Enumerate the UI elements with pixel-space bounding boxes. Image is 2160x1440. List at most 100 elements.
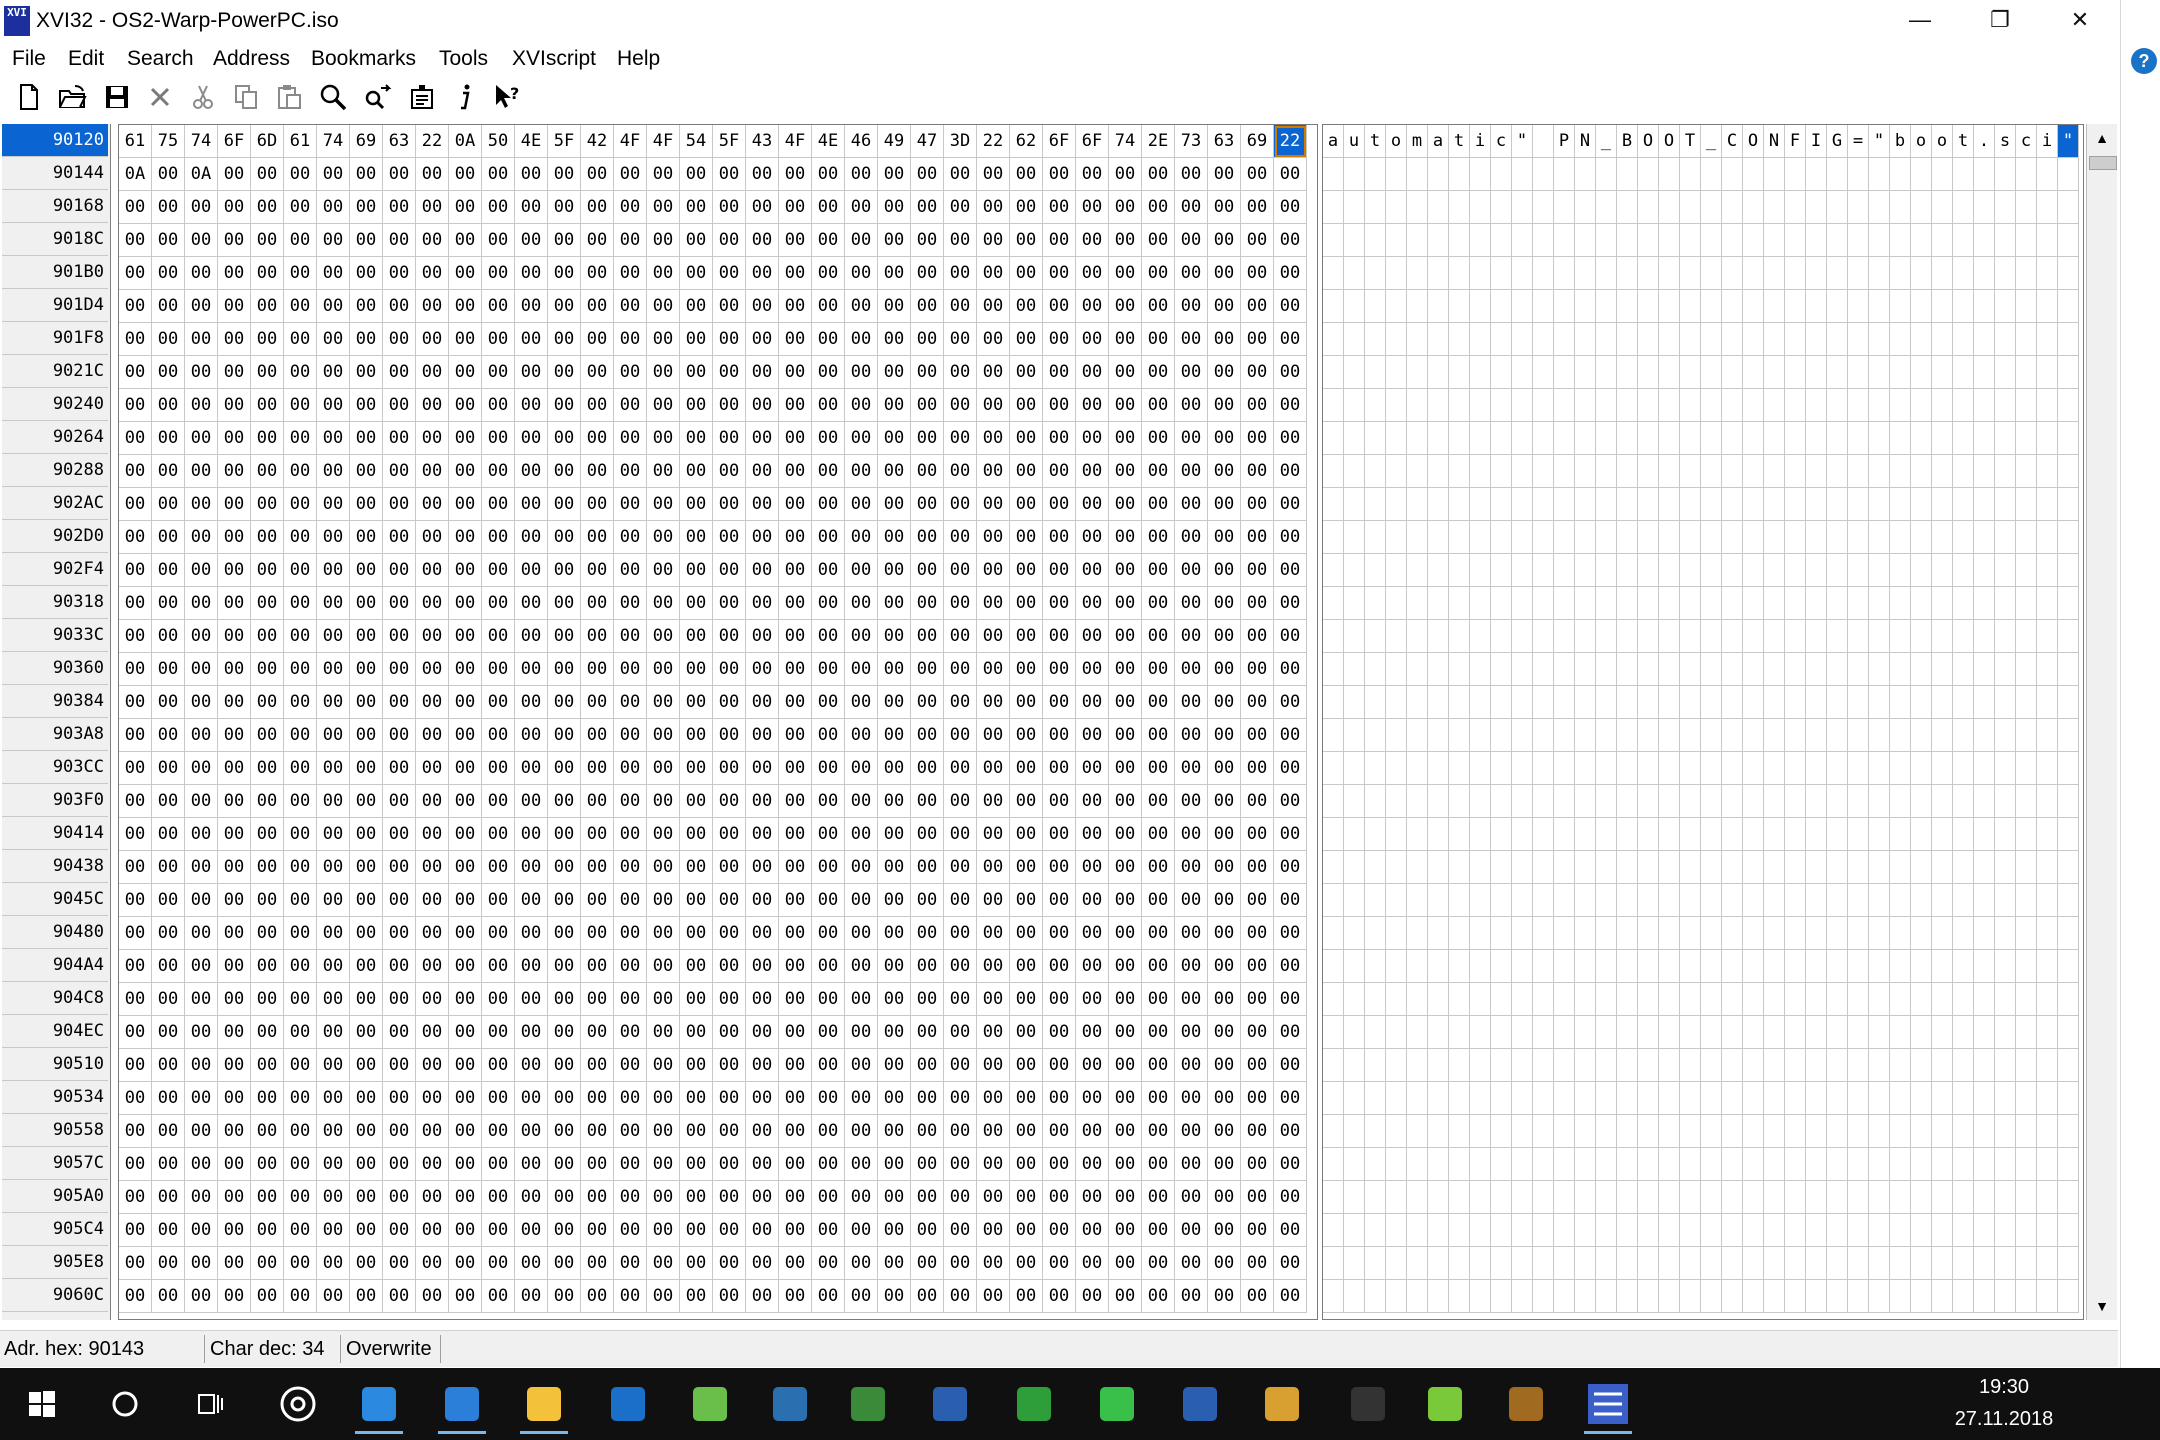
- text-char[interactable]: [1323, 257, 1344, 290]
- hex-byte[interactable]: 00: [482, 158, 515, 191]
- hex-byte[interactable]: 00: [350, 323, 383, 356]
- hex-byte[interactable]: 00: [152, 455, 185, 488]
- text-char[interactable]: [1596, 224, 1617, 257]
- text-char[interactable]: [1953, 356, 1974, 389]
- text-char[interactable]: i: [2037, 125, 2058, 158]
- text-char[interactable]: [1344, 521, 1365, 554]
- text-char[interactable]: [1932, 587, 1953, 620]
- text-char[interactable]: [1575, 719, 1596, 752]
- hex-byte[interactable]: 00: [350, 554, 383, 587]
- text-char[interactable]: [1911, 752, 1932, 785]
- hex-byte[interactable]: 00: [1109, 257, 1142, 290]
- hex-byte[interactable]: 00: [416, 257, 449, 290]
- text-char[interactable]: [1386, 620, 1407, 653]
- text-char[interactable]: [1806, 1280, 1827, 1313]
- text-char[interactable]: [1848, 620, 1869, 653]
- hex-byte[interactable]: 00: [779, 1280, 812, 1313]
- text-char[interactable]: [1869, 686, 1890, 719]
- text-char[interactable]: [1890, 1049, 1911, 1082]
- hex-byte[interactable]: 00: [812, 653, 845, 686]
- hex-byte[interactable]: 00: [812, 950, 845, 983]
- hex-byte[interactable]: 00: [944, 1016, 977, 1049]
- hex-byte[interactable]: 00: [647, 422, 680, 455]
- text-char[interactable]: [1575, 620, 1596, 653]
- hex-byte[interactable]: 00: [779, 158, 812, 191]
- text-char[interactable]: [1386, 785, 1407, 818]
- text-char[interactable]: [1428, 224, 1449, 257]
- text-char[interactable]: [1512, 1049, 1533, 1082]
- hex-byte[interactable]: 00: [647, 1115, 680, 1148]
- text-char[interactable]: [1596, 1082, 1617, 1115]
- text-char[interactable]: [1806, 1049, 1827, 1082]
- hex-byte[interactable]: 00: [1208, 1016, 1241, 1049]
- text-char[interactable]: [1428, 290, 1449, 323]
- hex-byte[interactable]: 00: [383, 257, 416, 290]
- text-char[interactable]: [1680, 356, 1701, 389]
- hex-byte[interactable]: 00: [251, 1016, 284, 1049]
- hex-byte[interactable]: 00: [284, 1214, 317, 1247]
- hex-byte[interactable]: 00: [350, 191, 383, 224]
- find-icon[interactable]: [316, 80, 350, 114]
- hex-byte[interactable]: 00: [878, 587, 911, 620]
- text-char[interactable]: [1407, 983, 1428, 1016]
- text-char[interactable]: [1890, 917, 1911, 950]
- text-char[interactable]: [1386, 719, 1407, 752]
- text-char[interactable]: [1974, 1214, 1995, 1247]
- hex-byte[interactable]: 00: [1274, 851, 1307, 884]
- text-char[interactable]: [1701, 950, 1722, 983]
- text-char[interactable]: [1533, 422, 1554, 455]
- hex-byte[interactable]: 00: [152, 1016, 185, 1049]
- text-char[interactable]: [1659, 521, 1680, 554]
- hex-byte[interactable]: 00: [713, 1148, 746, 1181]
- text-char[interactable]: [1869, 1082, 1890, 1115]
- hex-byte[interactable]: 00: [1076, 950, 1109, 983]
- text-char[interactable]: [1533, 653, 1554, 686]
- text-char[interactable]: [1911, 356, 1932, 389]
- hex-byte[interactable]: 00: [746, 818, 779, 851]
- text-char[interactable]: [1491, 851, 1512, 884]
- text-char[interactable]: [1344, 917, 1365, 950]
- hex-byte[interactable]: 00: [152, 521, 185, 554]
- text-char[interactable]: s: [1995, 125, 2016, 158]
- hex-byte[interactable]: 00: [977, 191, 1010, 224]
- text-char[interactable]: [1554, 785, 1575, 818]
- hex-byte[interactable]: 00: [284, 1016, 317, 1049]
- hex-byte[interactable]: 74: [185, 125, 218, 158]
- hex-byte[interactable]: 00: [152, 950, 185, 983]
- hex-byte[interactable]: 00: [779, 983, 812, 1016]
- hex-byte[interactable]: 00: [1241, 422, 1274, 455]
- text-char[interactable]: [1323, 158, 1344, 191]
- hex-byte[interactable]: 00: [515, 257, 548, 290]
- hex-byte[interactable]: 00: [284, 686, 317, 719]
- hex-byte[interactable]: 63: [383, 125, 416, 158]
- hex-byte[interactable]: 00: [713, 389, 746, 422]
- clock-date[interactable]: 27.11.2018: [1944, 1408, 2064, 1431]
- hex-byte[interactable]: 00: [383, 1214, 416, 1247]
- hex-byte[interactable]: 00: [1175, 1016, 1208, 1049]
- hex-byte[interactable]: 00: [119, 653, 152, 686]
- text-char[interactable]: [1869, 1247, 1890, 1280]
- text-char[interactable]: [1659, 488, 1680, 521]
- hex-byte[interactable]: 00: [482, 686, 515, 719]
- hex-byte[interactable]: 00: [647, 851, 680, 884]
- text-char[interactable]: [1722, 257, 1743, 290]
- text-char[interactable]: [1512, 389, 1533, 422]
- hex-byte[interactable]: 00: [1010, 455, 1043, 488]
- hex-byte[interactable]: 00: [119, 1214, 152, 1247]
- text-char[interactable]: [1785, 1115, 1806, 1148]
- hex-byte[interactable]: 00: [317, 356, 350, 389]
- text-char[interactable]: [1974, 224, 1995, 257]
- text-char[interactable]: [1764, 290, 1785, 323]
- text-char[interactable]: [1428, 785, 1449, 818]
- hex-byte[interactable]: 00: [548, 488, 581, 521]
- text-char[interactable]: [1932, 1214, 1953, 1247]
- text-char[interactable]: [1785, 356, 1806, 389]
- text-char[interactable]: [1932, 983, 1953, 1016]
- text-char[interactable]: [1911, 1214, 1932, 1247]
- text-char[interactable]: [1344, 356, 1365, 389]
- text-char[interactable]: [1932, 290, 1953, 323]
- text-char[interactable]: [1365, 1049, 1386, 1082]
- hex-byte[interactable]: 73: [1175, 125, 1208, 158]
- hex-byte[interactable]: 00: [779, 587, 812, 620]
- hex-byte[interactable]: 00: [350, 1148, 383, 1181]
